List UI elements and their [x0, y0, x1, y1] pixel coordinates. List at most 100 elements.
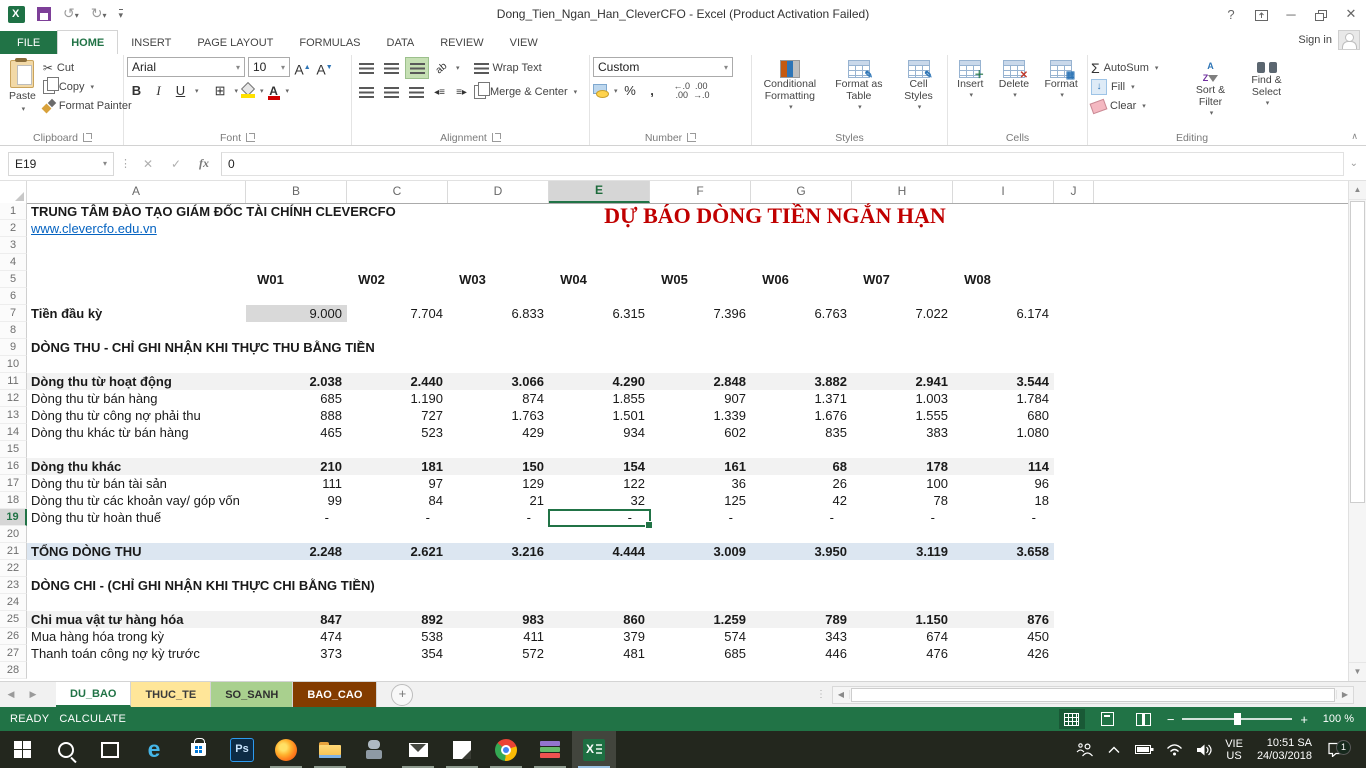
cell-E11[interactable]: 4.290: [549, 373, 650, 390]
avatar-icon[interactable]: [1338, 30, 1360, 50]
cut-button[interactable]: ✂Cut: [43, 59, 132, 77]
scroll-up-icon[interactable]: ▲: [1349, 181, 1366, 200]
cell-A27[interactable]: Thanh toán công nợ kỳ trước: [31, 645, 200, 662]
cell-F21[interactable]: 3.009: [650, 543, 751, 560]
cell-F19[interactable]: -: [650, 509, 751, 526]
sheet-tab-du_bao[interactable]: DU_BAO: [56, 682, 131, 707]
bottom-align-icon[interactable]: [405, 57, 429, 79]
cell-H19[interactable]: -: [852, 509, 953, 526]
cell-F11[interactable]: 2.848: [650, 373, 751, 390]
cell-I14[interactable]: 1.080: [953, 424, 1054, 441]
cell-E25[interactable]: 860: [549, 611, 650, 628]
delete-cells-button[interactable]: ✕ Delete▾: [995, 57, 1033, 105]
cell-C18[interactable]: 84: [347, 492, 448, 509]
horizontal-scroll-thumb[interactable]: [851, 688, 1335, 702]
cell-F18[interactable]: 125: [650, 492, 751, 509]
cell-G21[interactable]: 3.950: [751, 543, 852, 560]
cell-E14[interactable]: 934: [549, 424, 650, 441]
cell-I17[interactable]: 96: [953, 475, 1054, 492]
cell-A1[interactable]: TRUNG TÂM ĐÀO TẠO GIÁM ĐỐC TÀI CHÍNH CLE…: [31, 203, 396, 220]
row-header-25[interactable]: 25: [0, 611, 27, 628]
cell-D5[interactable]: W03: [448, 271, 549, 288]
font-family-select[interactable]: Arial▾: [127, 57, 245, 77]
row-header-6[interactable]: 6: [0, 288, 27, 305]
row-header-21[interactable]: 21: [0, 543, 27, 560]
cell-E13[interactable]: 1.501: [549, 407, 650, 424]
cell-E16[interactable]: 154: [549, 458, 650, 475]
cell-A25[interactable]: Chi mua vật tư hàng hóa: [31, 611, 183, 628]
number-format-select[interactable]: Custom▾: [593, 57, 733, 77]
ribbon-tab-file[interactable]: FILE: [0, 31, 57, 54]
copy-button[interactable]: Copy▾: [43, 78, 132, 96]
fill-color-icon[interactable]: [241, 84, 255, 97]
borders-icon[interactable]: ⊞: [211, 81, 230, 100]
undo-icon[interactable]: ↺▾: [63, 6, 79, 23]
cell-A2[interactable]: www.clevercfo.edu.vn: [31, 220, 157, 237]
row-header-27[interactable]: 27: [0, 645, 27, 662]
autosum-button[interactable]: ΣAutoSum▾: [1091, 59, 1181, 77]
bold-button[interactable]: B: [127, 81, 146, 100]
align-right-icon[interactable]: [405, 82, 427, 102]
cell-H12[interactable]: 1.003: [852, 390, 953, 407]
cell-B25[interactable]: 847: [246, 611, 347, 628]
people-icon[interactable]: [1071, 742, 1097, 757]
cell-A26[interactable]: Mua hàng hóa trong kỳ: [31, 628, 164, 645]
cell-D17[interactable]: 129: [448, 475, 549, 492]
redo-icon[interactable]: ↻▾: [91, 6, 107, 23]
cell-G26[interactable]: 343: [751, 628, 852, 645]
column-header-I[interactable]: I: [953, 181, 1054, 203]
cell-A18[interactable]: Dòng thu từ các khoản vay/ góp vốn: [31, 492, 240, 509]
column-header-G[interactable]: G: [751, 181, 852, 203]
cell-B7[interactable]: 9.000: [246, 305, 347, 322]
merge-center-button[interactable]: Merge & Center▾: [474, 83, 577, 101]
cell-B16[interactable]: 210: [246, 458, 347, 475]
cell-C12[interactable]: 1.190: [347, 390, 448, 407]
row-header-12[interactable]: 12: [0, 390, 27, 407]
cell-C7[interactable]: 7.704: [347, 305, 448, 322]
cell-D27[interactable]: 572: [448, 645, 549, 662]
cell-I16[interactable]: 114: [953, 458, 1054, 475]
taskbar-excel-icon[interactable]: [572, 731, 616, 768]
ribbon-tab-review[interactable]: REVIEW: [427, 31, 496, 54]
name-box-resize-handle[interactable]: ⋮: [120, 157, 131, 170]
sort-filter-button[interactable]: AZ Sort & Filter▾: [1184, 57, 1237, 123]
zoom-in-icon[interactable]: +: [1300, 712, 1308, 727]
cell-F26[interactable]: 574: [650, 628, 751, 645]
cell-E26[interactable]: 379: [549, 628, 650, 645]
column-header-B[interactable]: B: [246, 181, 347, 203]
middle-align-icon[interactable]: [380, 58, 402, 78]
row-header-7[interactable]: 7: [0, 305, 27, 322]
cell-styles-button[interactable]: ✎ Cell Styles▾: [893, 57, 944, 117]
cell-I18[interactable]: 18: [953, 492, 1054, 509]
find-select-button[interactable]: Find & Select▾: [1240, 57, 1293, 113]
close-icon[interactable]: ✕: [1336, 6, 1366, 22]
formula-bar-expand-icon[interactable]: ⌄: [1350, 158, 1358, 169]
row-header-9[interactable]: 9: [0, 339, 27, 356]
minimize-icon[interactable]: ─: [1276, 7, 1306, 22]
restore-icon[interactable]: [1306, 7, 1336, 22]
cell-D26[interactable]: 411: [448, 628, 549, 645]
taskbar-photoshop-icon[interactable]: Ps: [220, 731, 264, 768]
cell-D21[interactable]: 3.216: [448, 543, 549, 560]
cell-A13[interactable]: Dòng thu từ công nợ phải thu: [31, 407, 201, 424]
cell-G25[interactable]: 789: [751, 611, 852, 628]
help-icon[interactable]: ?: [1216, 7, 1246, 22]
ribbon-tab-insert[interactable]: INSERT: [118, 31, 184, 54]
column-header-F[interactable]: F: [650, 181, 751, 203]
cell-F13[interactable]: 1.339: [650, 407, 751, 424]
row-header-2[interactable]: 2: [0, 220, 27, 237]
taskbar-mail-icon[interactable]: [396, 731, 440, 768]
column-header-A[interactable]: A: [27, 181, 246, 203]
cell-D14[interactable]: 429: [448, 424, 549, 441]
decrease-font-icon[interactable]: A▼: [315, 58, 334, 77]
cell-G17[interactable]: 26: [751, 475, 852, 492]
cell-H18[interactable]: 78: [852, 492, 953, 509]
cell-H14[interactable]: 383: [852, 424, 953, 441]
cell-I26[interactable]: 450: [953, 628, 1054, 645]
sheet-tab-bao_cao[interactable]: BAO_CAO: [293, 682, 377, 707]
increase-font-icon[interactable]: A▲: [293, 58, 312, 77]
fill-button[interactable]: ↓Fill▾: [1091, 78, 1181, 96]
clipboard-dialog-launcher[interactable]: [83, 133, 92, 142]
cell-F16[interactable]: 161: [650, 458, 751, 475]
row-header-14[interactable]: 14: [0, 424, 27, 441]
